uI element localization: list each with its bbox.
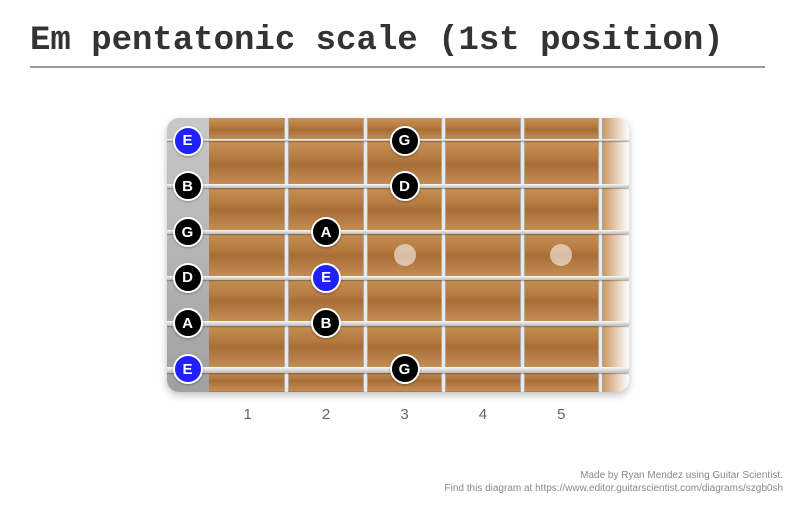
fret-wire xyxy=(441,118,446,392)
fret-label: 3 xyxy=(395,406,415,423)
attribution: Made by Ryan Mendez using Guitar Scienti… xyxy=(445,469,783,495)
fret-wire xyxy=(284,118,289,392)
note-dot: B xyxy=(173,171,203,201)
guitar-string xyxy=(167,321,629,326)
fretboard: EGBDGADEABEG xyxy=(167,118,629,392)
guitar-string xyxy=(167,276,629,280)
note-dot: A xyxy=(173,308,203,338)
wood-plank xyxy=(209,278,601,324)
nut xyxy=(167,118,209,392)
fret-label: 1 xyxy=(238,406,258,423)
fret-wire xyxy=(598,118,603,392)
attribution-line-2: Find this diagram at https://www.editor.… xyxy=(445,482,783,495)
note-dot: E xyxy=(173,354,203,384)
fret-label: 4 xyxy=(473,406,493,423)
note-dot: G xyxy=(390,126,420,156)
page-title: Em pentatonic scale (1st position) xyxy=(0,0,795,66)
fret-wire xyxy=(520,118,525,392)
note-dot: E xyxy=(173,126,203,156)
fret-label: 2 xyxy=(316,406,336,423)
note-dot: E xyxy=(311,263,341,293)
note-dot: D xyxy=(390,171,420,201)
note-dot: G xyxy=(173,217,203,247)
guitar-string xyxy=(167,230,629,234)
fret-inlay xyxy=(394,244,416,266)
fretboard-fade xyxy=(601,118,629,392)
note-dot: D xyxy=(173,263,203,293)
attribution-line-1: Made by Ryan Mendez using Guitar Scienti… xyxy=(445,469,783,482)
note-dot: G xyxy=(390,354,420,384)
fret-label: 5 xyxy=(551,406,571,423)
fretboard-diagram: EGBDGADEABEG 12345 xyxy=(167,118,629,392)
title-underline xyxy=(30,66,765,68)
note-dot: A xyxy=(311,217,341,247)
fret-wire xyxy=(363,118,368,392)
note-dot: B xyxy=(311,308,341,338)
